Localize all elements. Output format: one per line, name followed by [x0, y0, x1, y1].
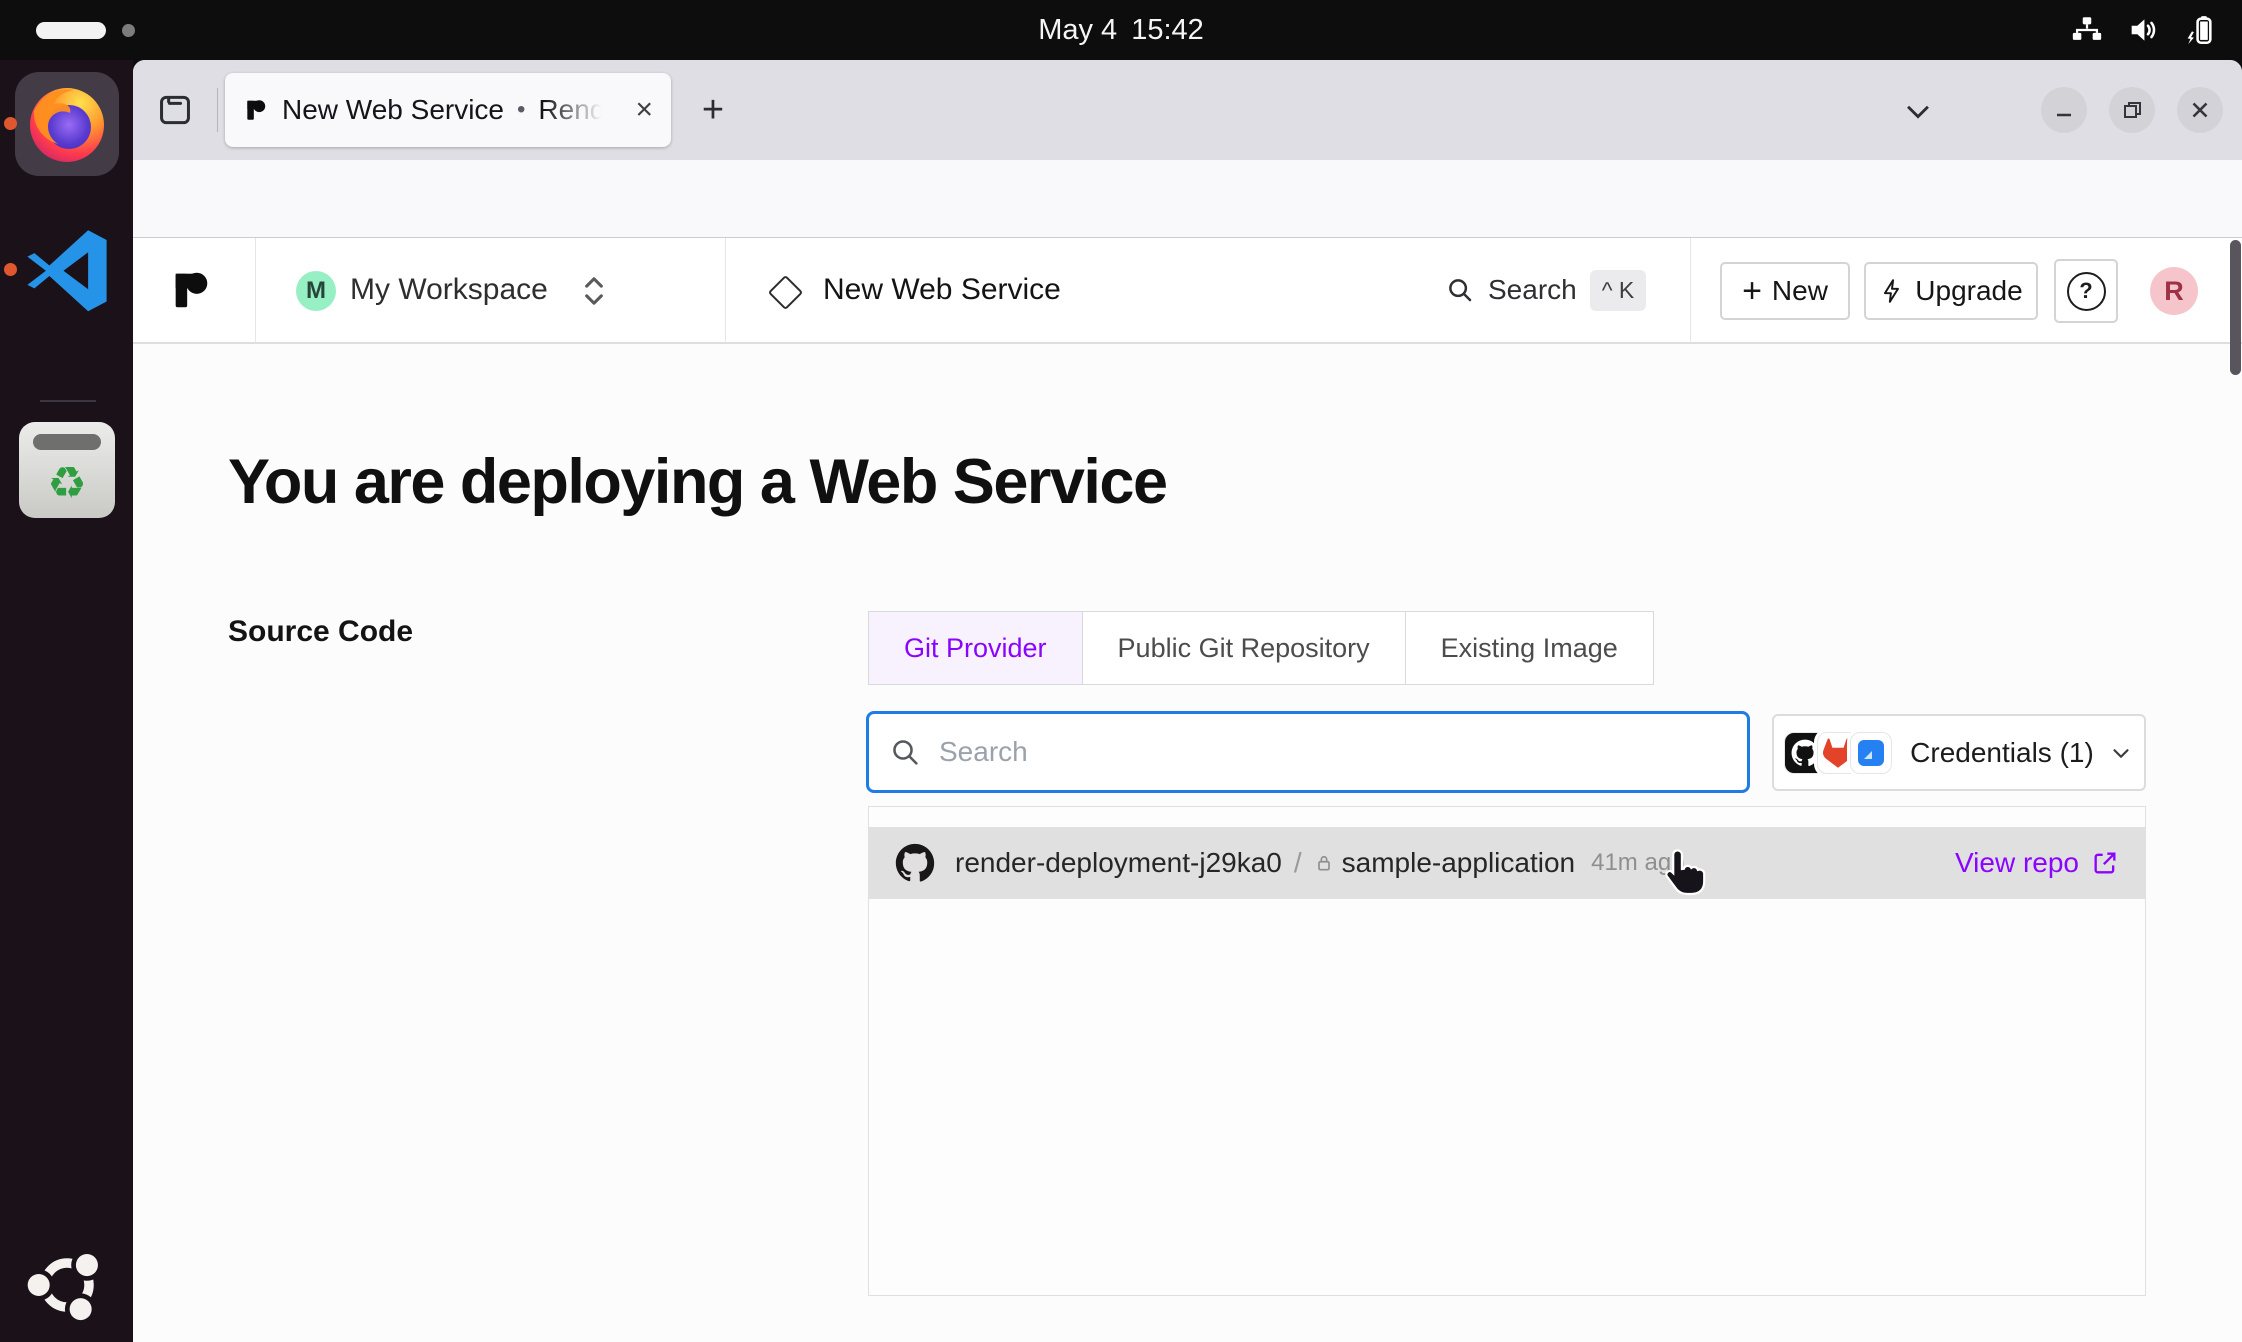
search-icon: [1445, 275, 1475, 305]
tab-title: New Web Service: [282, 94, 504, 126]
ubuntu-dock: ♻: [0, 60, 133, 1342]
workspace-avatar: M: [296, 271, 336, 311]
bolt-icon: [1879, 278, 1905, 304]
clock-time: 15:42: [1131, 14, 1204, 47]
dock-item-firefox[interactable]: [15, 72, 119, 176]
ubuntu-logo-icon: [24, 1242, 110, 1328]
new-tab-button[interactable]: +: [695, 92, 731, 128]
tab-close-button[interactable]: ×: [635, 95, 653, 125]
system-status-icons[interactable]: [2070, 0, 2216, 60]
repo-search-field[interactable]: [866, 711, 1750, 793]
tab-title-suffix: Rend: [538, 94, 605, 126]
plus-icon: +: [1742, 272, 1762, 311]
battery-charging-icon: [2182, 13, 2216, 47]
upgrade-button[interactable]: Upgrade: [1864, 262, 2038, 320]
repo-owner: render-deployment-j29ka0: [955, 847, 1282, 879]
volume-icon: [2126, 13, 2160, 47]
page-heading: You are deploying a Web Service: [228, 446, 1167, 518]
credentials-label: Credentials (1): [1910, 737, 2094, 769]
github-icon: [895, 843, 935, 883]
network-icon: [2070, 13, 2104, 47]
tab-public-git-repository[interactable]: Public Git Repository: [1083, 612, 1406, 684]
dock-divider: [40, 400, 96, 402]
view-repo-label: View repo: [1955, 847, 2079, 879]
firefox-icon: [24, 81, 110, 167]
window-minimize-button[interactable]: [2041, 87, 2087, 133]
credentials-dropdown[interactable]: Credentials (1): [1772, 714, 2146, 791]
help-button[interactable]: ?: [2054, 259, 2118, 323]
browser-tab[interactable]: New Web Service • Rend ×: [225, 73, 671, 147]
render-logo[interactable]: [168, 267, 214, 318]
header-divider: [1690, 238, 1691, 342]
firefox-running-dot: [4, 117, 17, 130]
chevron-down-icon: [2108, 740, 2134, 766]
tab-existing-image[interactable]: Existing Image: [1406, 612, 1653, 684]
header-divider: [725, 238, 726, 342]
tab-bar: New Web Service • Rend × +: [133, 60, 2242, 160]
window-close-button[interactable]: [2177, 87, 2223, 133]
new-button[interactable]: + New: [1720, 262, 1850, 320]
dock-item-trash[interactable]: ♻: [19, 422, 115, 518]
vscode-running-dot: [4, 263, 17, 276]
render-logo-icon: [168, 267, 214, 313]
workspace-switcher-chevrons-icon[interactable]: [581, 273, 607, 314]
browser-toolbar: https://dashboard.render.com/web/new: [133, 160, 2242, 238]
bitbucket-icon: [1850, 732, 1892, 774]
question-mark-icon: ?: [2067, 272, 2106, 311]
list-tabs-chevron-icon[interactable]: [1901, 94, 1935, 128]
repo-name: sample-application: [1342, 847, 1575, 879]
mouse-cursor: [1660, 848, 1708, 905]
firefox-view-icon: [156, 91, 194, 129]
tab-git-provider[interactable]: Git Provider: [869, 612, 1083, 684]
firefox-view-button[interactable]: [152, 87, 198, 133]
repo-separator: /: [1294, 847, 1302, 879]
system-clock[interactable]: May 4 15:42: [0, 0, 2242, 60]
window-restore-button[interactable]: [2109, 87, 2155, 133]
render-app-header: M My Workspace New Web Service Search ^ …: [133, 238, 2242, 344]
workspace-name[interactable]: My Workspace: [350, 238, 548, 342]
source-tabs: Git Provider Public Git Repository Exist…: [868, 611, 1654, 685]
new-button-label: New: [1772, 275, 1828, 307]
render-favicon: [243, 97, 269, 123]
repo-row[interactable]: render-deployment-j29ka0 / sample-applic…: [869, 827, 2145, 899]
dock-item-show-apps[interactable]: [24, 1242, 110, 1328]
service-diamond-icon: [768, 275, 803, 310]
repo-search-input[interactable]: [937, 735, 1681, 769]
tab-separator: [217, 88, 218, 132]
header-divider: [255, 238, 256, 342]
system-top-bar: May 4 15:42: [0, 0, 2242, 60]
source-code-label: Source Code: [228, 615, 413, 649]
search-shortcut-badge: ^ K: [1590, 270, 1647, 311]
view-repo-link[interactable]: View repo: [1955, 847, 2119, 879]
page-scrollbar[interactable]: [2230, 240, 2241, 375]
upgrade-button-label: Upgrade: [1915, 275, 2022, 307]
global-search-label: Search: [1488, 274, 1577, 306]
dock-item-vscode[interactable]: [21, 220, 113, 318]
global-search[interactable]: Search ^ K: [1445, 238, 1646, 342]
private-lock-icon: [1314, 853, 1334, 873]
clock-date: May 4: [1038, 14, 1117, 47]
firefox-window: New Web Service • Rend × +: [133, 60, 2242, 1342]
vscode-icon: [23, 225, 111, 313]
tab-title-separator: •: [517, 96, 525, 124]
external-link-icon: [2091, 849, 2119, 877]
search-icon: [889, 736, 921, 768]
user-avatar[interactable]: R: [2150, 267, 2198, 315]
page-content: You are deploying a Web Service Source C…: [133, 344, 2242, 1342]
page-nav-title: New Web Service: [823, 238, 1061, 342]
repo-list-panel: render-deployment-j29ka0 / sample-applic…: [868, 806, 2146, 1296]
